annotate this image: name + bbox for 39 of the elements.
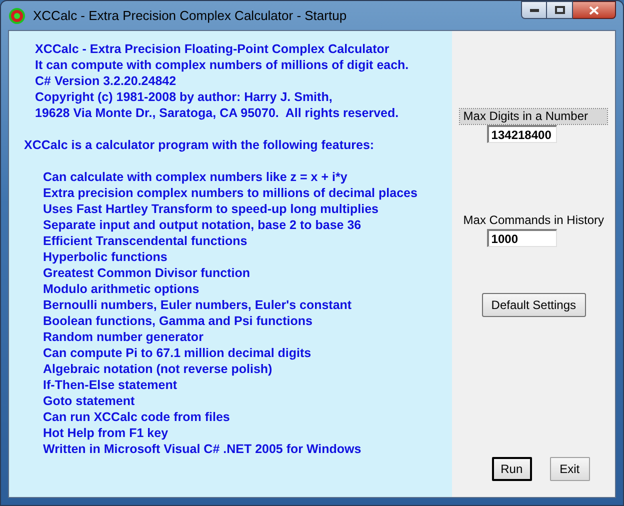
dialog-button[interactable]: Run [492, 457, 532, 481]
setting-field[interactable]: 1000 [487, 229, 558, 247]
minimize-button[interactable] [521, 1, 547, 19]
feature-item: If-Then-Else statement [43, 377, 178, 393]
feature-item: Hyperbolic functions [43, 249, 168, 265]
maximize-button[interactable] [547, 1, 573, 19]
header-line: XCCalc - Extra Precision Floating-Point Complex Calculator [35, 41, 390, 57]
feature-item: Extra precision complex numbers to millions of decimal places [43, 185, 418, 201]
app-icon [9, 8, 25, 24]
feature-item: Boolean functions, Gamma and Psi functions [43, 313, 314, 329]
setting-label: Max Commands in History [462, 213, 605, 228]
feature-item: Modulo arithmetic options [43, 281, 200, 297]
close-button[interactable] [573, 1, 616, 19]
feature-item: Greatest Common Divisor function [43, 265, 251, 281]
feature-item: Efficient Transcendental functions [43, 233, 248, 249]
header-line: C# Version 3.2.20.24842 [35, 73, 178, 89]
header-line: 19628 Via Monte Dr., Saratoga, CA 95070. All rights reserved. [35, 105, 400, 121]
feature-item: Separate input and output notation, base 2 to base 36 [43, 217, 362, 233]
feature-item: Can compute Pi to 67.1 million decimal digits [43, 345, 312, 361]
feature-item: Algebraic notation (not reverse polish) [43, 361, 274, 377]
feature-item: Goto statement [43, 393, 136, 409]
setting-field[interactable]: 134218400 [487, 125, 558, 143]
intro-text: XCCalc is a calculator program with the following features: [23, 137, 376, 153]
feature-item: Can run XCCalc code from files [43, 409, 231, 425]
close-icon [589, 6, 599, 14]
minimize-icon [530, 8, 538, 12]
header-line: Copyright (c) 1981-2008 by author: Harry J. Smith, [35, 89, 334, 105]
dialog-button[interactable]: Exit [550, 457, 590, 481]
feature-item: Uses Fast Hartley Transform to speed-up long multiplies [43, 201, 380, 217]
header-line: It can compute with complex numbers of millions of digit each. [35, 57, 410, 73]
feature-item: Bernoulli numbers, Euler numbers, Euler's constant [43, 297, 353, 313]
setting-label: Max Digits in a Number [460, 109, 607, 124]
feature-item: Can calculate with complex numbers like z = x + i*y [43, 169, 348, 185]
default-settings-button[interactable]: Default Settings [482, 293, 586, 317]
feature-item: Random number generator [43, 329, 204, 345]
feature-item: Hot Help from F1 key [43, 425, 170, 441]
feature-item: Written in Microsoft Visual C# .NET 2005 for Windows [43, 441, 362, 457]
window-title: XCCalc - Extra Precision Complex Calculator - Startup [33, 6, 347, 25]
maximize-icon [554, 6, 564, 14]
